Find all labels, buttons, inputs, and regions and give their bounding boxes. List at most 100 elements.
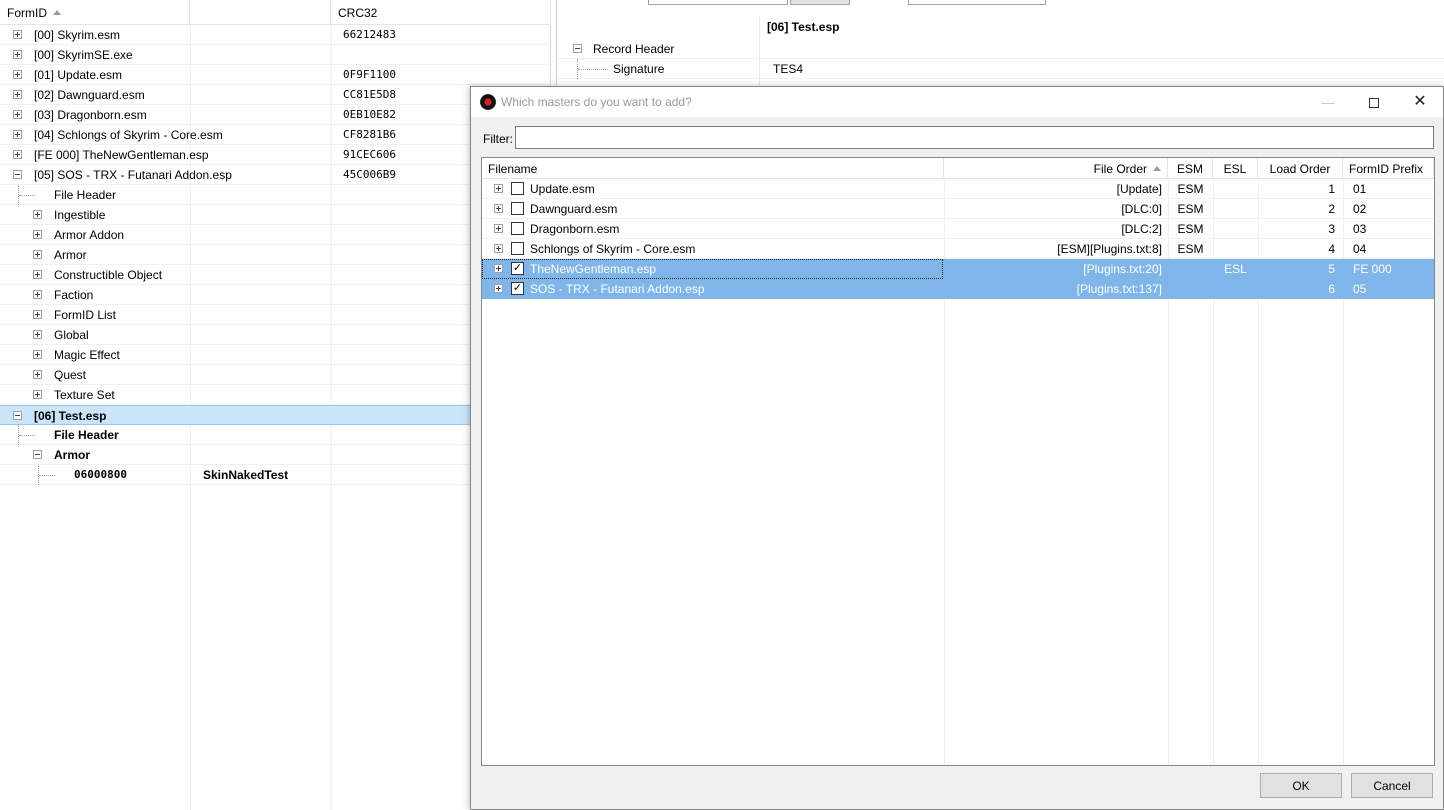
record-title: [06] Test.esp: [767, 20, 840, 34]
toolbar-field[interactable]: [908, 0, 1046, 5]
tree-rows: [00] Skyrim.esm 66212483 [00] SkyrimSE.exe…: [0, 25, 551, 485]
cell-file-order: [DLC:2]: [1121, 222, 1162, 236]
cancel-button[interactable]: Cancel: [1351, 773, 1433, 798]
cell-formid-prefix: 01: [1353, 182, 1367, 196]
master-checkbox[interactable]: [511, 242, 524, 255]
column-header-file-order[interactable]: File Order: [944, 158, 1168, 179]
tree-row[interactable]: Armor Addon: [0, 225, 551, 245]
expand-icon[interactable]: [33, 370, 42, 379]
tree-row[interactable]: [FE 000] TheNewGentleman.esp 91CEC606: [0, 145, 551, 165]
tree-row[interactable]: [04] Schlongs of Skyrim - Core.esm CF8281…: [0, 125, 551, 145]
master-row[interactable]: Dragonborn.esm [DLC:2] ESM 3 03: [482, 219, 1434, 239]
cell-file-order: [DLC:0]: [1121, 202, 1162, 216]
tree-row[interactable]: Faction: [0, 285, 551, 305]
master-row[interactable]: ✓ TheNewGentleman.esp [Plugins.txt:20] ESL 5…: [482, 259, 1434, 279]
expand-icon[interactable]: [33, 250, 42, 259]
expand-icon[interactable]: [13, 130, 22, 139]
tree-row[interactable]: Quest: [0, 365, 551, 385]
collapse-icon[interactable]: [13, 411, 22, 420]
tree-row[interactable]: [03] Dragonborn.esm 0EB10E82: [0, 105, 551, 125]
expand-icon[interactable]: [494, 204, 503, 213]
collapse-icon[interactable]: [33, 450, 42, 459]
expand-icon[interactable]: [13, 50, 22, 59]
column-header-esm[interactable]: ESM: [1168, 158, 1213, 179]
column-header-load-order[interactable]: Load Order: [1258, 158, 1343, 179]
master-row[interactable]: Schlongs of Skyrim - Core.esm [ESM][Plugi…: [482, 239, 1434, 259]
master-checkbox[interactable]: ✓: [511, 262, 524, 275]
expand-icon[interactable]: [33, 210, 42, 219]
master-row[interactable]: ✓ SOS - TRX - Futanari Addon.esp [Plugins.…: [482, 279, 1434, 299]
cell-esm: [1168, 279, 1213, 299]
tree-row[interactable]: [05] SOS - TRX - Futanari Addon.esp 45C00…: [0, 165, 551, 185]
master-checkbox[interactable]: ✓: [511, 282, 524, 295]
expand-icon[interactable]: [13, 90, 22, 99]
tree-row[interactable]: [06] Test.esp: [0, 405, 551, 425]
toolbar-button[interactable]: [790, 0, 850, 5]
master-row[interactable]: Update.esm [Update] ESM 1 01: [482, 179, 1434, 199]
tree-row[interactable]: [00] Skyrim.esm 66212483: [0, 25, 551, 45]
signature-row[interactable]: Signature TES4: [557, 59, 1444, 79]
dialog-titlebar[interactable]: Which masters do you want to add? — ✕: [471, 87, 1443, 117]
tree-row[interactable]: FormID List: [0, 305, 551, 325]
expand-icon[interactable]: [494, 284, 503, 293]
expand-icon[interactable]: [494, 184, 503, 193]
column-header-crc32[interactable]: CRC32: [331, 0, 551, 25]
ok-button[interactable]: OK: [1260, 773, 1342, 798]
filter-input[interactable]: [515, 126, 1434, 149]
expand-icon[interactable]: [13, 110, 22, 119]
tree-row-label: [02] Dawnguard.esm: [34, 88, 145, 102]
left-tree-panel: FormID CRC32 [00] Skyrim.esm 66212483 [00]…: [0, 0, 551, 810]
expand-icon[interactable]: [33, 270, 42, 279]
collapse-icon[interactable]: [573, 44, 582, 53]
tree-row[interactable]: [01] Update.esm 0F9F1100: [0, 65, 551, 85]
expand-icon[interactable]: [33, 230, 42, 239]
expand-icon[interactable]: [13, 30, 22, 39]
expand-icon[interactable]: [33, 310, 42, 319]
expand-icon[interactable]: [494, 244, 503, 253]
tree-row[interactable]: Constructible Object: [0, 265, 551, 285]
masters-list[interactable]: Filename File Order ESM ESL Load Order F…: [481, 157, 1435, 766]
tree-row[interactable]: [02] Dawnguard.esm CC81E5D8: [0, 85, 551, 105]
expand-icon[interactable]: [33, 350, 42, 359]
tree-row[interactable]: Armor: [0, 445, 551, 465]
tree-row[interactable]: Ingestible: [0, 205, 551, 225]
tree-line: [19, 195, 35, 196]
expand-icon[interactable]: [13, 150, 22, 159]
column-header-formid[interactable]: FormID: [0, 0, 190, 25]
tree-row[interactable]: File Header: [0, 425, 551, 445]
column-header-formid-prefix[interactable]: FormID Prefix: [1343, 158, 1434, 179]
expand-icon[interactable]: [494, 264, 503, 273]
tree-row[interactable]: Texture Set: [0, 385, 551, 405]
tree-row[interactable]: Global: [0, 325, 551, 345]
column-header-filename[interactable]: Filename: [482, 158, 944, 179]
tree-row-crc: 45C006B9: [343, 168, 396, 181]
minimize-button[interactable]: —: [1305, 87, 1351, 117]
tree-row[interactable]: Armor: [0, 245, 551, 265]
expand-icon[interactable]: [33, 290, 42, 299]
maximize-button[interactable]: [1351, 87, 1397, 117]
tree-row[interactable]: File Header: [0, 185, 551, 205]
tree-header: FormID CRC32: [0, 0, 551, 25]
tree-row[interactable]: Magic Effect: [0, 345, 551, 365]
signature-value: TES4: [773, 62, 804, 76]
master-checkbox[interactable]: [511, 202, 524, 215]
master-row[interactable]: Dawnguard.esm [DLC:0] ESM 2 02: [482, 199, 1434, 219]
column-label: Filename: [488, 162, 538, 176]
expand-icon[interactable]: [13, 70, 22, 79]
record-header-row[interactable]: Record Header: [557, 39, 1444, 59]
tree-row-label: Magic Effect: [54, 348, 120, 362]
master-checkbox[interactable]: [511, 222, 524, 235]
column-header-editorid[interactable]: [190, 0, 331, 25]
collapse-icon[interactable]: [13, 170, 22, 179]
tree-row[interactable]: [00] SkyrimSE.exe: [0, 45, 551, 65]
close-button[interactable]: ✕: [1397, 87, 1443, 117]
column-label: FormID Prefix: [1349, 162, 1424, 176]
expand-icon[interactable]: [33, 390, 42, 399]
column-header-esl[interactable]: ESL: [1213, 158, 1258, 179]
expand-icon[interactable]: [33, 330, 42, 339]
expand-icon[interactable]: [494, 224, 503, 233]
master-checkbox[interactable]: [511, 182, 524, 195]
tree-row[interactable]: 06000800 SkinNakedTest: [0, 465, 551, 485]
toolbar-field[interactable]: [648, 0, 788, 5]
list-rows: Update.esm [Update] ESM 1 01 Dawnguard.esm [DL…: [482, 179, 1434, 299]
